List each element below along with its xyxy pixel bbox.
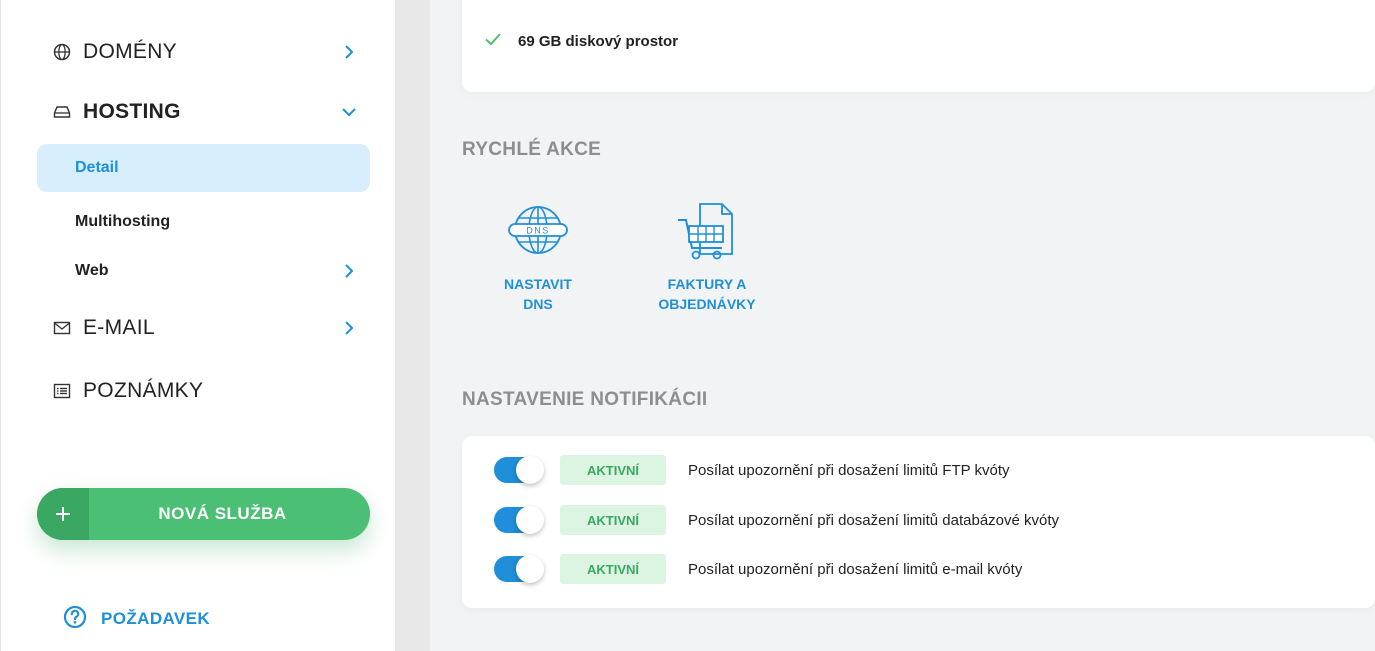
notification-text: Posílat upozornění při dosažení limitů F… [688, 461, 1010, 479]
sidebar-item-label: E-MAIL [83, 316, 155, 339]
database-quota-toggle[interactable] [494, 506, 544, 534]
sidebar-subitem-multihosting[interactable]: Multihosting [37, 198, 370, 246]
toggle-knob [516, 555, 544, 583]
sidebar-subitem-label: Web [75, 262, 109, 279]
sidebar-subitem-label: Detail [75, 159, 119, 176]
sidebar-subitem-detail[interactable]: Detail [37, 144, 370, 192]
notification-row: AKTIVNÍ Posílat upozornění při dosažení … [494, 554, 1022, 584]
sidebar-item-notes[interactable]: POZNÁMKY [53, 371, 371, 411]
quick-actions-title: RYCHLÉ AKCE [462, 139, 602, 160]
new-service-label: NOVÁ SLUŽBA [158, 504, 287, 523]
sidebar-item-label: POZNÁMKY [83, 379, 204, 402]
disk-space-text: 69 GB diskový prostor [518, 33, 679, 50]
sidebar: DOMÉNY HOSTING Detail Multihosting Web E… [0, 0, 395, 651]
notification-text: Posílat upozornění při dosažení limitů e… [688, 560, 1023, 578]
toggle-knob [516, 456, 544, 484]
request-link[interactable]: POŽADAVEK [63, 604, 210, 634]
svg-text:DNS: DNS [526, 226, 550, 236]
new-service-button[interactable]: NOVÁ SLUŽBA [37, 488, 370, 540]
check-icon [484, 30, 502, 53]
chevron-right-icon [341, 320, 357, 336]
globe-icon [53, 43, 71, 61]
question-circle-icon [63, 605, 87, 634]
request-label: POŽADAVEK [101, 609, 211, 628]
status-badge: AKTIVNÍ [560, 455, 666, 485]
divider [395, 0, 430, 651]
invoices-orders-label: FAKTURY A OBJEDNÁVKY [658, 276, 756, 312]
toggle-knob [516, 506, 544, 534]
email-quota-toggle[interactable] [494, 555, 544, 583]
sidebar-item-label: DOMÉNY [83, 40, 177, 63]
sidebar-subitem-label: Multihosting [75, 213, 171, 230]
invoices-orders-action[interactable]: FAKTURY A OBJEDNÁVKY [647, 200, 767, 314]
status-badge: AKTIVNÍ [560, 505, 666, 535]
list-icon [53, 382, 71, 400]
sidebar-subitem-web[interactable]: Web [37, 247, 370, 295]
notification-text: Posílat upozornění při dosažení limitů d… [688, 511, 1060, 529]
notification-row: AKTIVNÍ Posílat upozornění při dosažení … [494, 505, 1059, 535]
chevron-right-icon [341, 263, 357, 279]
set-dns-label: NASTAVIT DNS [504, 276, 572, 312]
chevron-right-icon [341, 44, 357, 60]
sidebar-item-hosting[interactable]: HOSTING [53, 92, 371, 132]
sidebar-item-domains[interactable]: DOMÉNY [53, 32, 371, 72]
sidebar-item-label: HOSTING [83, 100, 181, 123]
notifications-title: NASTAVENIE NOTIFIKÁCII [462, 389, 708, 410]
hard-drive-icon [53, 103, 71, 121]
sidebar-item-email[interactable]: E-MAIL [53, 308, 371, 348]
set-dns-action[interactable]: DNS NASTAVIT DNS [478, 200, 598, 314]
notification-row: AKTIVNÍ Posílat upozornění při dosažení … [494, 455, 1010, 485]
cart-invoice-icon [672, 200, 742, 270]
disk-space-item: 69 GB diskový prostor [484, 30, 678, 53]
status-badge: AKTIVNÍ [560, 554, 666, 584]
dns-globe-icon: DNS [503, 200, 573, 270]
ftp-quota-toggle[interactable] [494, 456, 544, 484]
envelope-icon [53, 319, 71, 337]
plus-icon [37, 488, 89, 540]
chevron-down-icon [341, 104, 357, 120]
